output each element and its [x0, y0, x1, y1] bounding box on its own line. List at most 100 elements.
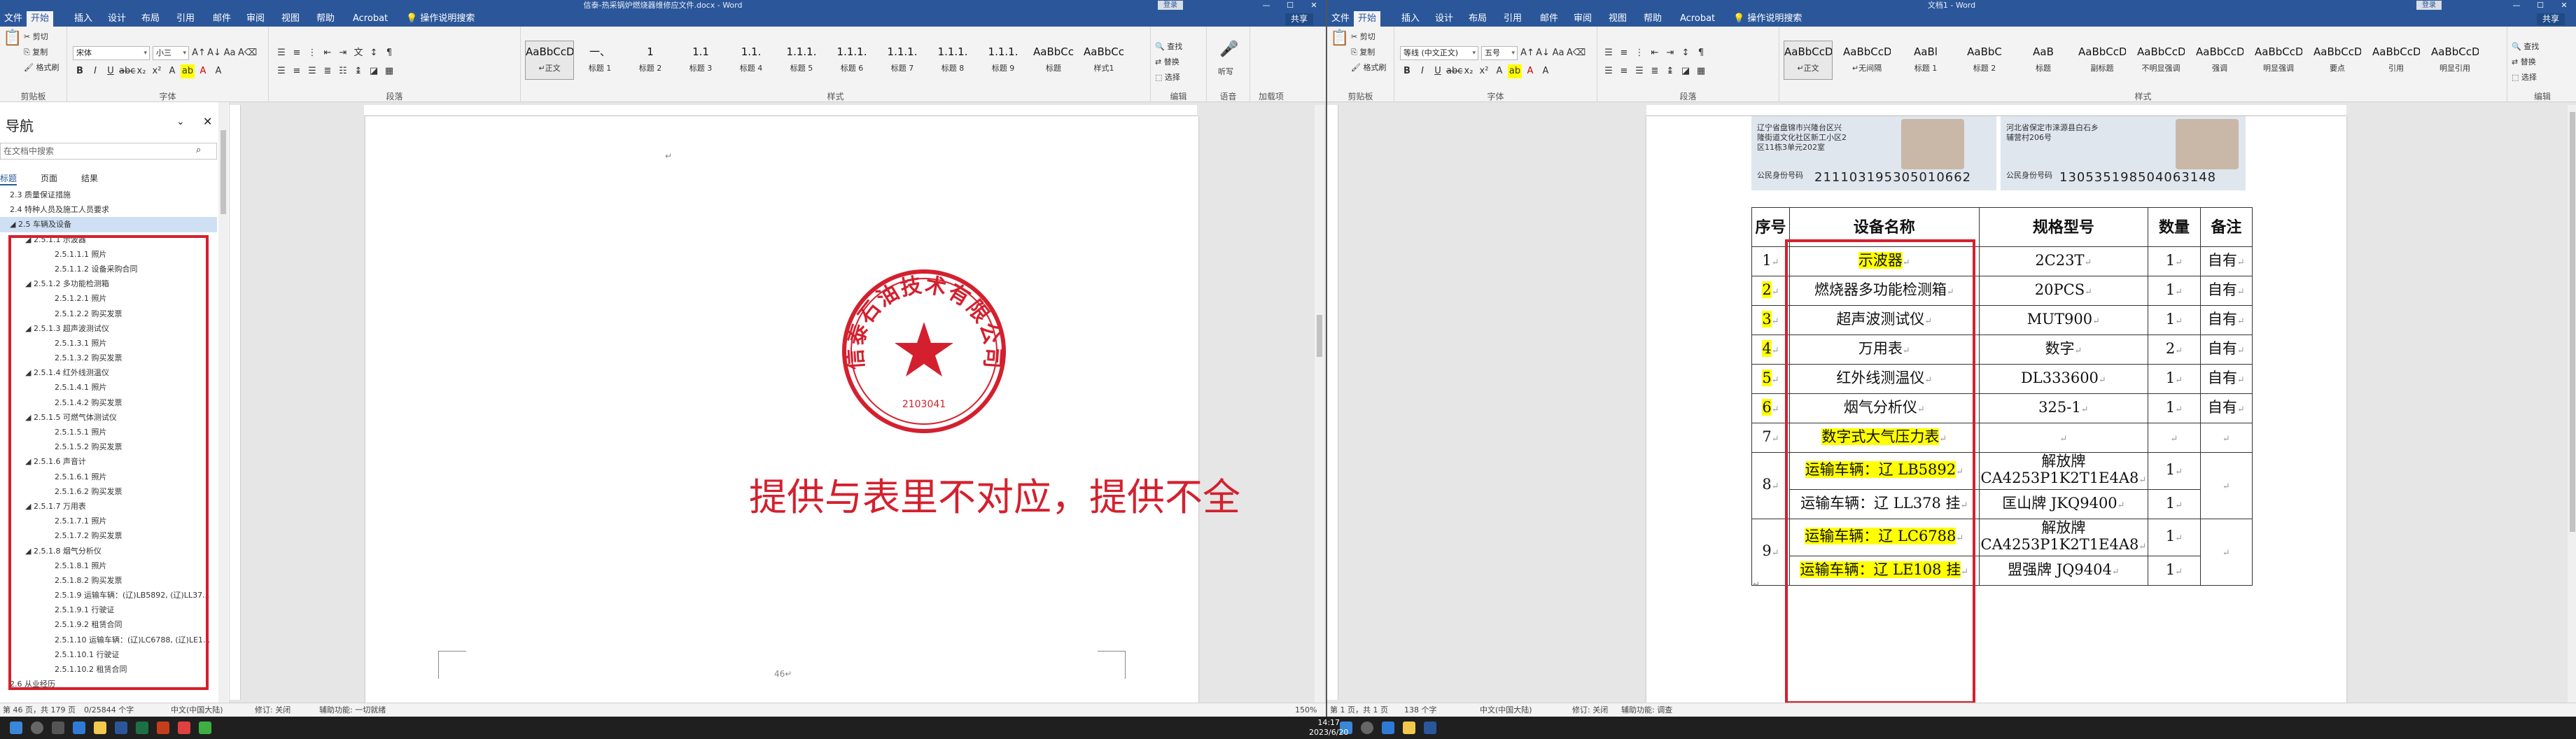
- nav-heading-item[interactable]: ◢ 2.5.1.4 红外线测温仪: [0, 365, 217, 380]
- clock[interactable]: 14:17 2023/6/20: [1309, 718, 1348, 738]
- nav-heading-item[interactable]: ◢ 2.5.1.3 超声波测试仪: [0, 321, 217, 336]
- cell-no[interactable]: 7↵: [1751, 423, 1791, 453]
- close-icon[interactable]: ✕: [2552, 0, 2576, 11]
- nav-heading-item[interactable]: 2.5.1.3.2 购买发票: [0, 351, 217, 365]
- font-color-icon[interactable]: A: [196, 64, 210, 78]
- style-5[interactable]: 1.1. 标题 4: [727, 41, 776, 80]
- numbering-icon[interactable]: ≡: [1617, 46, 1631, 60]
- font-size-select[interactable]: 五号: [1481, 46, 1518, 60]
- tab-pages[interactable]: 页面: [41, 172, 57, 185]
- tab-design[interactable]: 设计: [1431, 11, 1457, 27]
- cell-qty[interactable]: 1↵: [2148, 246, 2201, 276]
- minimize-icon[interactable]: —: [2505, 0, 2528, 11]
- borders-icon[interactable]: ▦: [1694, 64, 1708, 78]
- cell-qty[interactable]: 1↵: [2148, 276, 2201, 306]
- tab-help[interactable]: 帮助: [312, 11, 339, 27]
- style-8[interactable]: AaBbCcDd 强调: [2195, 41, 2244, 80]
- align-center-icon[interactable]: ≡: [1617, 64, 1631, 78]
- cell-name[interactable]: 燃烧器多功能检测箱↵: [1789, 276, 1980, 306]
- start-icon[interactable]: [10, 722, 22, 734]
- nav-heading-item[interactable]: 2.6 从业经历: [0, 677, 217, 691]
- share-button[interactable]: 共享: [2537, 13, 2566, 25]
- track-changes[interactable]: 修订: 关闭: [255, 703, 290, 717]
- bullets-icon[interactable]: ☰: [274, 46, 288, 60]
- cell-name[interactable]: 运输车辆：辽 LB5892↵: [1789, 452, 1980, 490]
- document-scrollbar[interactable]: [1315, 105, 1324, 703]
- cell-qty[interactable]: 1↵: [2148, 305, 2201, 335]
- superscript-icon[interactable]: x²: [1477, 64, 1491, 78]
- sign-in-button[interactable]: 登录: [2416, 1, 2442, 10]
- tell-me-search[interactable]: 💡 操作说明搜索: [402, 11, 479, 27]
- zoom-level[interactable]: 150%: [1295, 703, 1317, 717]
- increase-indent-icon[interactable]: ⇥: [336, 46, 350, 60]
- search-icon[interactable]: [1361, 722, 1373, 734]
- cell-qty[interactable]: 1↵: [2148, 556, 2201, 586]
- style-9[interactable]: 1.1.1. 标题 8: [928, 41, 977, 80]
- cell-no[interactable]: 9↵: [1751, 519, 1791, 586]
- cell-name[interactable]: 万用表↵: [1789, 335, 1980, 365]
- cell-qty[interactable]: 1↵: [2148, 364, 2201, 394]
- cell-no[interactable]: 3↵: [1751, 305, 1791, 335]
- nav-heading-item[interactable]: 2.5.1.10.2 租赁合同: [0, 662, 217, 677]
- nav-heading-item[interactable]: 2.3 质量保证措施: [0, 188, 217, 202]
- tab-layout[interactable]: 布局: [137, 11, 164, 27]
- style-3[interactable]: AaBl 标题 1: [1901, 41, 1950, 80]
- grow-font-icon[interactable]: A↑: [192, 46, 206, 60]
- page-count[interactable]: 第 46 页，共 179 页: [3, 703, 76, 717]
- change-case-icon[interactable]: Aa: [223, 46, 237, 60]
- cell-spec[interactable]: ↵: [1978, 423, 2149, 453]
- cell-name[interactable]: 运输车辆：辽 LL378 挂↵: [1789, 489, 1980, 519]
- clear-format-icon[interactable]: A⌫: [1567, 46, 1586, 60]
- cell-name[interactable]: 红外线测温仪↵: [1789, 364, 1980, 394]
- cell-qty[interactable]: ↵: [2148, 423, 2201, 453]
- cell-name[interactable]: 运输车辆：辽 LE108 挂↵: [1789, 556, 1980, 586]
- cell-note[interactable]: 自有↵: [2199, 364, 2253, 394]
- file-explorer-icon[interactable]: [94, 722, 106, 734]
- align-center-icon[interactable]: ≡: [290, 64, 304, 78]
- language[interactable]: 中文(中国大陆): [171, 703, 223, 717]
- style-10[interactable]: 1.1.1. 标题 9: [979, 41, 1028, 80]
- tell-me-search[interactable]: 💡 操作说明搜索: [1729, 11, 1806, 27]
- char-shading-icon[interactable]: A: [211, 64, 225, 78]
- track-changes[interactable]: 修订: 关闭: [1572, 703, 1608, 717]
- nav-heading-item[interactable]: 2.5.1.2.2 购买发票: [0, 307, 217, 321]
- nav-heading-item[interactable]: 2.5.1.5.1 照片: [0, 425, 217, 439]
- sign-in-button[interactable]: 登录: [1158, 1, 1183, 10]
- nav-heading-item[interactable]: 2.5.1.6.2 购买发票: [0, 484, 217, 499]
- superscript-icon[interactable]: x²: [150, 64, 164, 78]
- style-12[interactable]: AaBbCc 样式1: [1079, 41, 1128, 80]
- cell-spec[interactable]: 盟强牌 JQ9404↵: [1978, 556, 2149, 586]
- find-button[interactable]: 🔍 查找: [2512, 41, 2539, 52]
- cell-qty[interactable]: 2↵: [2148, 335, 2201, 365]
- show-marks-icon[interactable]: ¶: [1694, 46, 1708, 60]
- shading-icon[interactable]: ◪: [367, 64, 381, 78]
- nav-heading-item[interactable]: ◢ 2.5.1.2 多功能检测箱: [0, 276, 217, 291]
- cut-button[interactable]: ✂ 剪切: [24, 31, 48, 42]
- paste-icon[interactable]: 📋: [1330, 29, 1349, 47]
- cell-note[interactable]: ↵: [2199, 519, 2253, 586]
- replace-button[interactable]: ⇄ 替换: [1155, 56, 1180, 67]
- style-11[interactable]: AaBbCcDd 引用: [2372, 41, 2421, 80]
- close-icon[interactable]: ✕: [1302, 0, 1326, 11]
- nav-heading-item[interactable]: 2.5.1.3.1 照片: [0, 336, 217, 351]
- style-5[interactable]: AaB 标题: [2019, 41, 2068, 80]
- align-left-icon[interactable]: ☰: [1602, 64, 1616, 78]
- cell-spec[interactable]: 325-1↵: [1978, 393, 2149, 423]
- shading-icon[interactable]: ◪: [1679, 64, 1693, 78]
- cell-no[interactable]: 4↵: [1751, 335, 1791, 365]
- style-2[interactable]: AaBbCcDd ↵无间隔: [1842, 41, 1891, 80]
- cell-name[interactable]: 示波器↵: [1789, 246, 1980, 276]
- style-2[interactable]: 一、 标题 1: [575, 41, 624, 80]
- tab-review[interactable]: 审阅: [242, 11, 269, 27]
- cell-note[interactable]: ↵: [2199, 452, 2253, 519]
- style-1[interactable]: AaBbCcDd ↵正文: [525, 41, 574, 80]
- text-effects-icon[interactable]: A: [165, 64, 179, 78]
- nav-heading-item[interactable]: 2.5.1.9 运输车辆：(辽)LB5892, (辽)LL37...: [0, 588, 217, 603]
- cell-note[interactable]: 自有↵: [2199, 335, 2253, 365]
- highlight-icon[interactable]: ab: [1508, 64, 1522, 78]
- clear-format-icon[interactable]: A⌫: [238, 46, 257, 60]
- search-icon[interactable]: [31, 722, 43, 734]
- chevron-down-icon[interactable]: ⌄: [176, 116, 185, 127]
- word-icon[interactable]: [115, 722, 127, 734]
- font-name-select[interactable]: 等线 (中文正文): [1400, 46, 1478, 60]
